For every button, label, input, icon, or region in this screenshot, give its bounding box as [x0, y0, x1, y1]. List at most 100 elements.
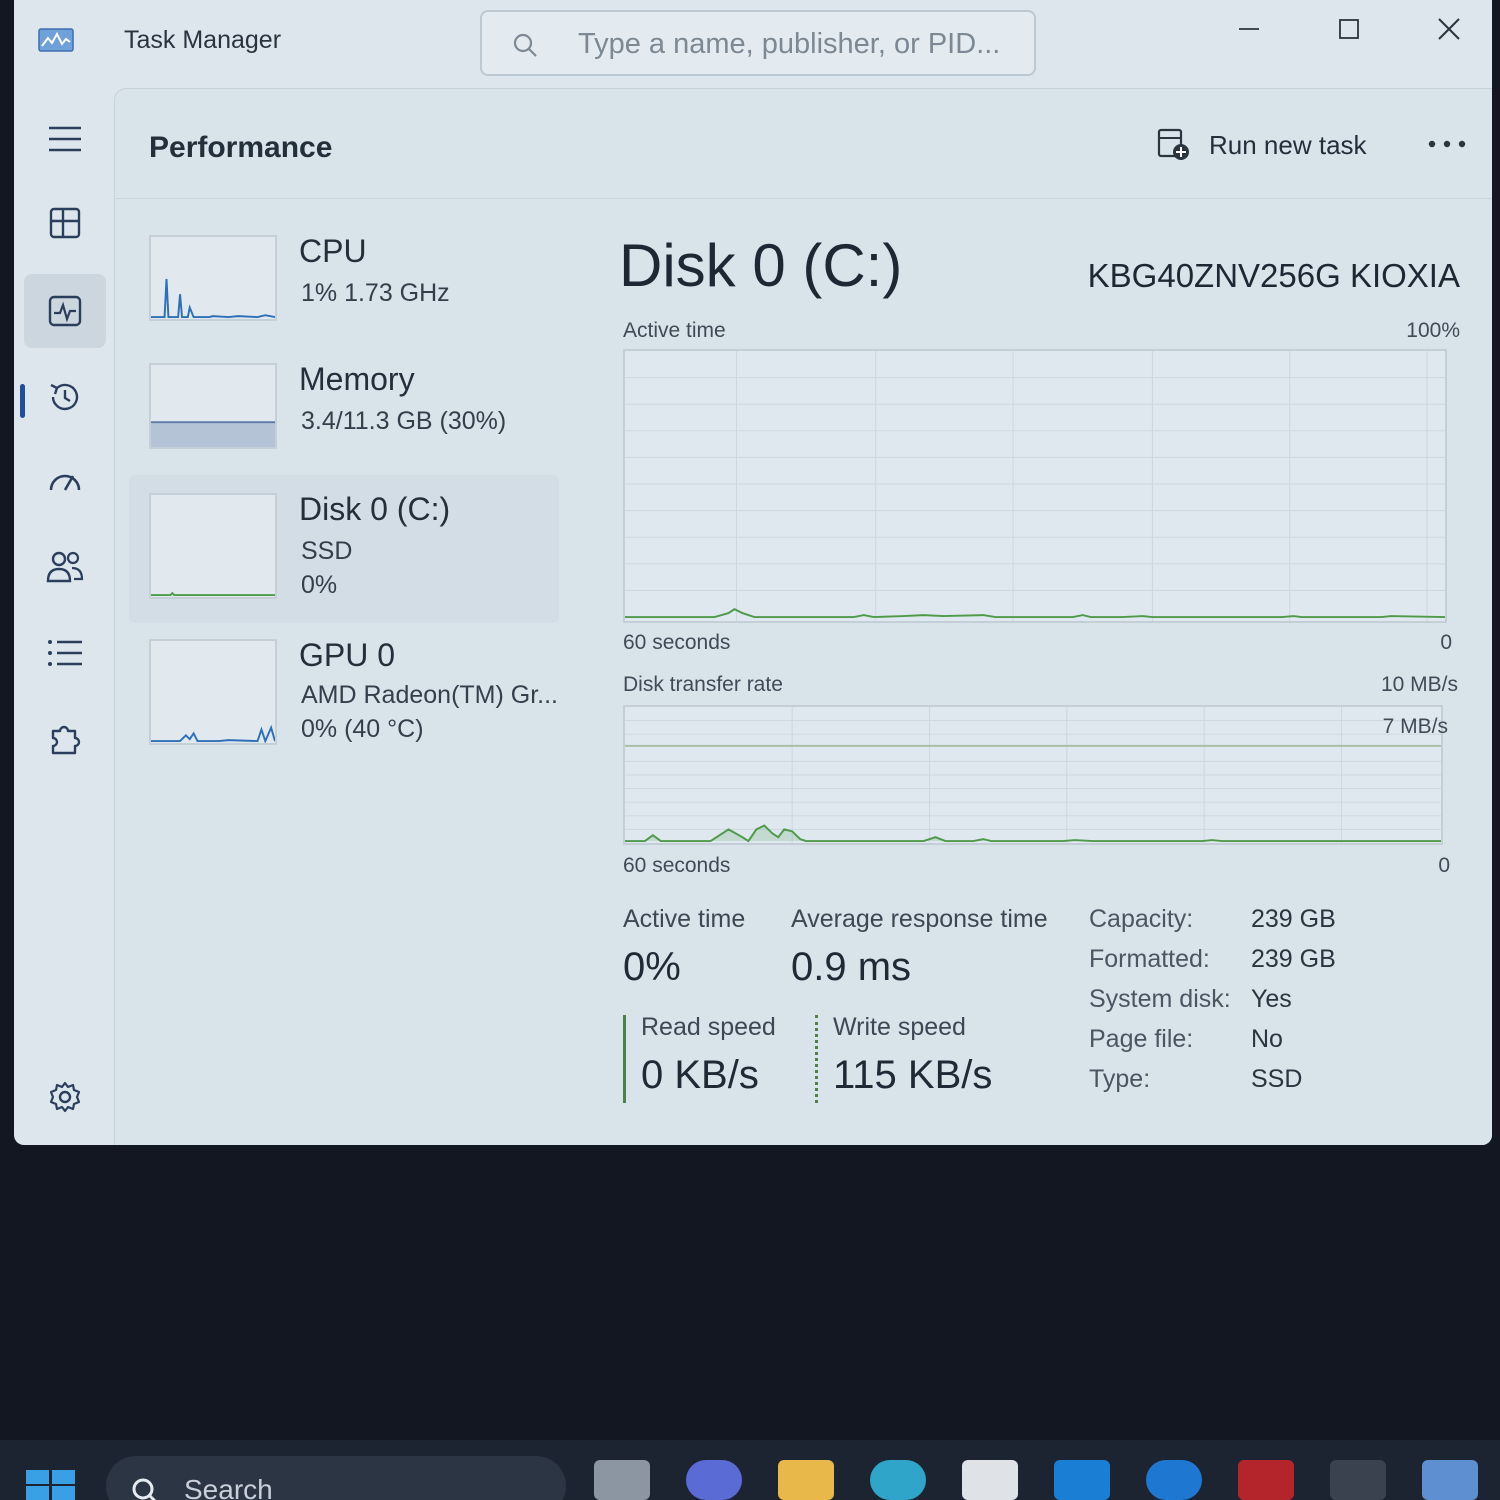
gpu-name: GPU 0: [299, 637, 396, 673]
maximize-button[interactable]: [1314, 6, 1384, 52]
performance-icon: [48, 295, 82, 327]
search-box[interactable]: [480, 10, 1036, 76]
search-input[interactable]: [578, 26, 1018, 62]
device-memory[interactable]: Memory 3.4/11.3 GB (30%): [129, 353, 559, 493]
page-file-value: No: [1251, 1025, 1283, 1053]
disk-type: SSD: [301, 537, 353, 565]
write-speed-bar: [815, 1015, 818, 1103]
transfer-rate-graph-min: 0: [1438, 854, 1450, 877]
minimize-button[interactable]: [1214, 6, 1284, 52]
edge-browser-icon[interactable]: [870, 1460, 926, 1500]
cpu-thumbnail-graph: [149, 235, 277, 321]
nav-processes[interactable]: [24, 186, 106, 260]
nav-startup-apps[interactable]: [24, 444, 106, 518]
page-header: Performance Run new task: [115, 89, 1492, 199]
avg-response-stat-value: 0.9 ms: [791, 945, 912, 989]
formatted-label: Formatted:: [1089, 945, 1210, 973]
run-task-icon: [1157, 128, 1189, 160]
file-explorer-icon[interactable]: [778, 1460, 834, 1500]
help-icon[interactable]: [1146, 1460, 1202, 1500]
type-value: SSD: [1251, 1065, 1303, 1093]
memory-name: Memory: [299, 361, 415, 397]
taskbar-search[interactable]: Search: [106, 1456, 566, 1500]
history-icon: [50, 383, 79, 411]
details-list-icon: [48, 640, 82, 666]
teams-chat-icon[interactable]: [686, 1460, 742, 1500]
nav-hamburger-menu[interactable]: [24, 102, 106, 176]
taskbar-search-label: Search: [184, 1474, 273, 1500]
active-time-graph-label: Active time: [623, 319, 726, 342]
speedometer-icon: [49, 474, 81, 491]
windows-start-icon[interactable]: [24, 1468, 78, 1500]
close-icon: [1438, 18, 1460, 40]
close-button[interactable]: [1414, 6, 1484, 52]
nav-performance[interactable]: [24, 274, 106, 348]
navigation-rail: [14, 88, 118, 1145]
gpu-model: AMD Radeon(TM) Gr...: [301, 681, 558, 709]
device-gpu-0[interactable]: GPU 0 AMD Radeon(TM) Gr... 0% (40 °C): [129, 629, 559, 769]
write-speed-label: Write speed: [833, 1013, 966, 1041]
device-cpu[interactable]: CPU 1% 1.73 GHz: [129, 225, 559, 365]
task-manager-taskbar-icon[interactable]: [1422, 1460, 1478, 1500]
disk-usage: 0%: [301, 571, 338, 599]
task-manager-window: Task Manager Type a name, publisher, or …: [14, 0, 1492, 1145]
page-file-label: Page file:: [1089, 1025, 1194, 1053]
read-speed-bar: [623, 1015, 626, 1103]
active-time-graph-duration: 60 seconds: [623, 631, 731, 654]
system-disk-value: Yes: [1251, 985, 1292, 1013]
read-speed-label: Read speed: [641, 1013, 776, 1041]
microsoft-store-icon[interactable]: [962, 1460, 1018, 1500]
run-new-task-button[interactable]: Run new task: [1157, 125, 1367, 165]
active-time-stat-value: 0%: [623, 945, 681, 989]
users-icon: [46, 551, 84, 583]
capacity-label: Capacity:: [1089, 905, 1194, 933]
cpu-usage: 1% 1.73 GHz: [301, 279, 450, 307]
hamburger-icon: [49, 126, 81, 152]
task-view-icon[interactable]: [594, 1460, 650, 1500]
disk-name: Disk 0 (C:): [299, 491, 451, 527]
more-options-icon: [1428, 140, 1466, 148]
transfer-rate-marker: 7 MB/s: [1382, 715, 1448, 738]
active-time-stat-label: Active time: [623, 905, 746, 933]
maximize-icon: [1339, 19, 1359, 39]
nav-settings[interactable]: [24, 1060, 106, 1134]
performance-panel: Performance Run new task CPU 1% 1.73 GHz…: [114, 88, 1492, 1145]
nav-services[interactable]: [24, 702, 106, 776]
avg-response-stat-label: Average response time: [791, 905, 1048, 933]
nav-users[interactable]: [24, 530, 106, 604]
nav-app-history[interactable]: [24, 360, 106, 434]
services-puzzle-icon: [51, 725, 81, 755]
page-title: Performance: [149, 131, 333, 164]
terminal-icon[interactable]: [1330, 1460, 1386, 1500]
processes-icon: [49, 207, 81, 239]
disk-thumbnail-graph: [149, 493, 277, 599]
nav-details[interactable]: [24, 616, 106, 690]
transfer-rate-graph-duration: 60 seconds: [623, 854, 731, 877]
read-speed-value: 0 KB/s: [641, 1053, 759, 1097]
type-label: Type:: [1089, 1065, 1151, 1093]
active-time-graph-max: 100%: [1406, 319, 1460, 342]
capacity-value: 239 GB: [1251, 905, 1336, 933]
search-icon: [132, 1478, 157, 1500]
task-manager-icon: [38, 28, 74, 52]
app-title: Task Manager: [124, 26, 282, 54]
device-disk-0[interactable]: Disk 0 (C:) SSD 0%: [129, 475, 559, 623]
transfer-rate-graph-label: Disk transfer rate: [623, 673, 783, 696]
disk-model: KBG40ZNV256G KIOXIA: [1087, 257, 1460, 294]
more-options-button[interactable]: [1425, 129, 1469, 159]
mcafee-icon[interactable]: [1238, 1460, 1294, 1500]
memory-usage: 3.4/11.3 GB (30%): [301, 407, 507, 435]
write-speed-value: 115 KB/s: [833, 1053, 993, 1097]
active-time-graph-min: 0: [1440, 631, 1452, 654]
myhp-icon[interactable]: [1054, 1460, 1110, 1500]
cpu-name: CPU: [299, 233, 367, 269]
active-time-graph: [623, 349, 1447, 623]
detail-title: Disk 0 (C:): [619, 232, 903, 299]
settings-gear-icon: [49, 1081, 81, 1113]
title-bar: Task Manager: [14, 0, 1492, 88]
run-new-task-label: Run new task: [1209, 129, 1367, 160]
formatted-value: 239 GB: [1251, 945, 1336, 973]
system-disk-label: System disk:: [1089, 985, 1231, 1013]
gpu-thumbnail-graph: [149, 639, 277, 745]
memory-thumbnail-graph: [149, 363, 277, 449]
